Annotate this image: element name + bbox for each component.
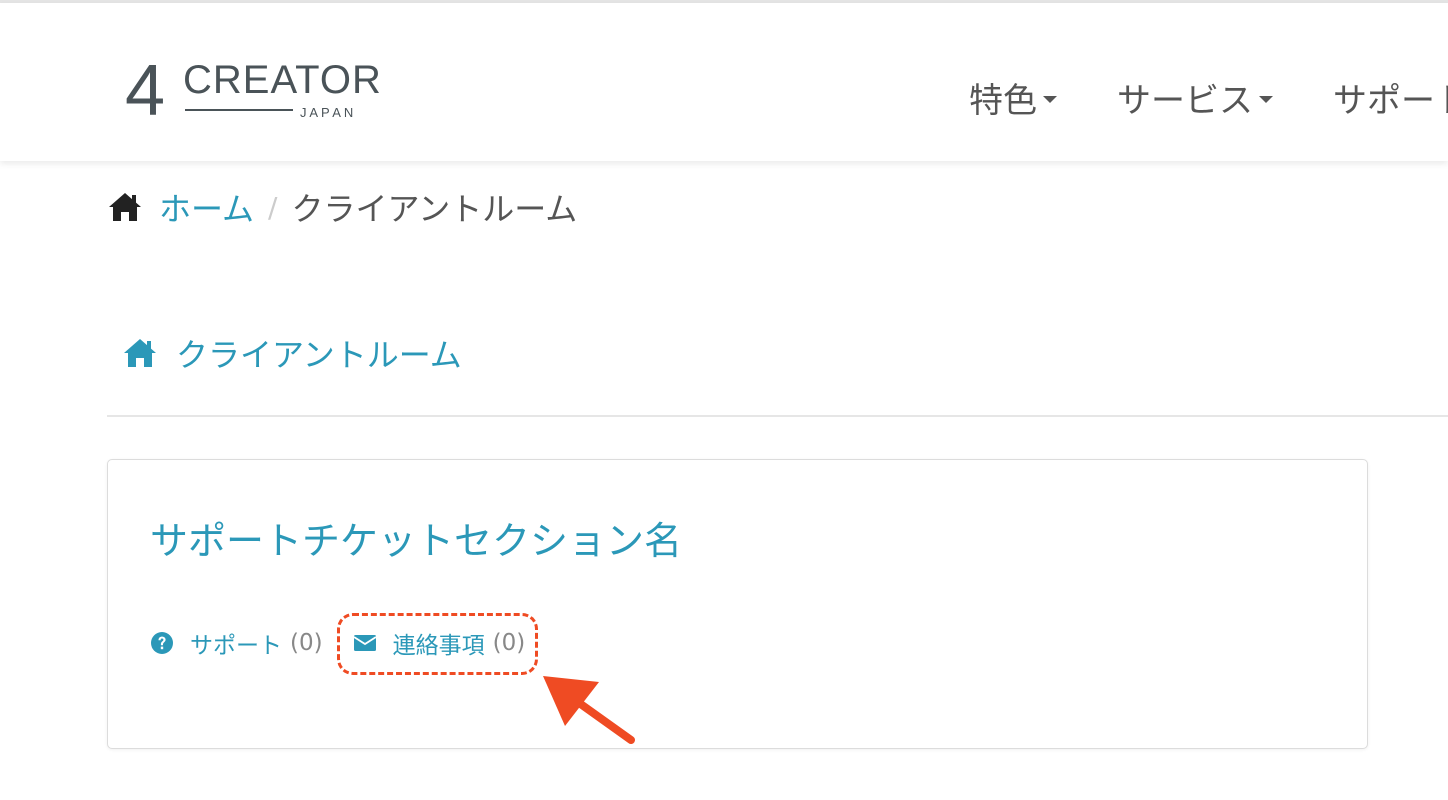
caret-down-icon — [1043, 96, 1057, 103]
main-nav: 特色 サービス サポート — [969, 73, 1448, 122]
logo-subtext: J A P A N — [300, 105, 353, 120]
breadcrumb: ホーム / クライアントルーム — [107, 184, 577, 230]
home-icon — [124, 339, 156, 367]
page: 4 CREATOR J A P A N 特色 サービス サポート ホーム / — [0, 0, 1448, 800]
nav-item-support[interactable]: サポート — [1333, 73, 1448, 122]
announcements-link-label: 連絡事項 — [392, 633, 485, 659]
caret-down-icon — [1259, 96, 1273, 103]
logo-wordmark: CREATOR — [183, 58, 382, 102]
announcements-count: (0) — [492, 630, 526, 656]
section-title: クライアントルーム — [176, 336, 462, 374]
panel-links: サポート (0) 連絡事項 (0) — [150, 626, 525, 660]
breadcrumb-current: クライアントルーム — [291, 190, 578, 228]
nav-item-features[interactable]: 特色 — [969, 73, 1057, 122]
home-icon — [109, 193, 141, 221]
breadcrumb-home-link[interactable]: ホーム — [159, 184, 254, 230]
site-logo[interactable]: 4 CREATOR J A P A N — [125, 51, 435, 123]
annotation-arrow-icon — [543, 676, 635, 744]
support-count: (0) — [290, 630, 323, 656]
support-link[interactable]: サポート (0) — [150, 626, 323, 660]
question-circle-icon — [151, 632, 173, 654]
envelope-icon — [353, 635, 377, 651]
site-header: 4 CREATOR J A P A N 特色 サービス サポート — [0, 3, 1448, 161]
panel-title-link[interactable]: サポートチケットセクション名 — [150, 510, 682, 565]
nav-item-label: サービス — [1117, 81, 1253, 121]
nav-item-services[interactable]: サービス — [1117, 73, 1273, 122]
breadcrumb-separator: / — [268, 190, 278, 224]
support-link-label: サポート — [190, 633, 282, 659]
support-ticket-panel: サポートチケットセクション名 サポート (0) 連絡事項 (0) — [107, 459, 1368, 749]
nav-item-label: サポート — [1333, 81, 1448, 121]
logo-digit: 4 — [125, 51, 165, 123]
nav-item-label: 特色 — [969, 81, 1037, 121]
divider — [107, 415, 1448, 417]
section-title-link[interactable]: クライアントルーム — [122, 330, 462, 376]
announcements-link[interactable]: 連絡事項 (0) — [353, 626, 526, 660]
